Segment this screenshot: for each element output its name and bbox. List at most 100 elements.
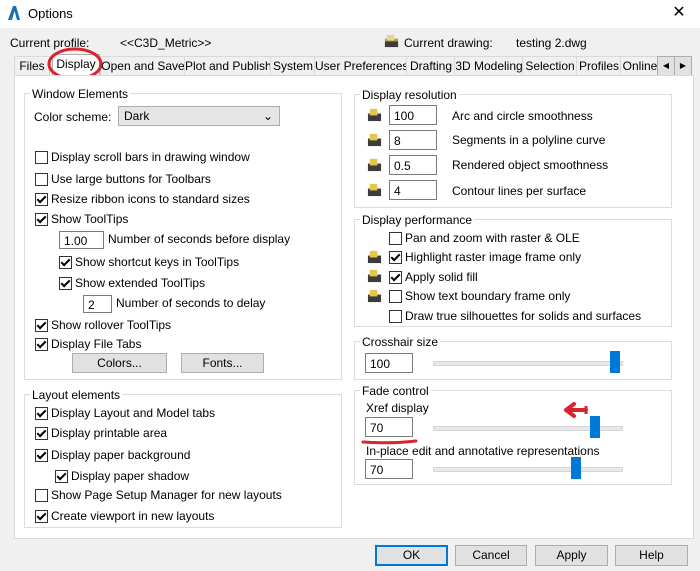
fonts-button[interactable]: Fonts... <box>181 353 264 373</box>
display-resolution-title: Display resolution <box>360 88 459 102</box>
printable-area-checkbox[interactable] <box>35 427 48 440</box>
rendered-smoothness-input[interactable]: 0.5 <box>389 155 437 175</box>
page-setup-manager-label: Show Page Setup Manager for new layouts <box>51 488 282 502</box>
large-buttons-label: Use large buttons for Toolbars <box>51 172 211 186</box>
resize-ribbon-label: Resize ribbon icons to standard sizes <box>51 192 250 206</box>
tab-open-and-save[interactable]: Open and Save <box>100 56 186 76</box>
drawing-saved-icon <box>367 158 382 172</box>
polyline-segments-label: Segments in a polyline curve <box>452 133 606 147</box>
autocad-logo-icon <box>8 6 20 20</box>
file-tabs-checkbox[interactable] <box>35 338 48 351</box>
show-tooltips-checkbox[interactable] <box>35 213 48 226</box>
drawing-saved-icon <box>367 133 382 147</box>
ok-button[interactable]: OK <box>375 545 448 566</box>
apply-solid-fill-checkbox[interactable] <box>389 271 402 284</box>
shortcut-keys-checkbox[interactable] <box>59 256 72 269</box>
rendered-smoothness-label: Rendered object smoothness <box>452 158 609 172</box>
layout-elements-title: Layout elements <box>30 388 123 402</box>
pan-zoom-raster-checkbox[interactable] <box>389 232 402 245</box>
display-performance-title: Display performance <box>360 213 475 227</box>
crosshair-size-title: Crosshair size <box>360 335 441 349</box>
text-boundary-label: Show text boundary frame only <box>405 289 571 303</box>
tab-plot-and-publish[interactable]: Plot and Publish <box>184 56 272 76</box>
title-bar <box>0 0 700 28</box>
tab-selection[interactable]: Selection <box>522 56 578 76</box>
crosshair-size-slider-track <box>433 361 623 366</box>
arc-smoothness-input[interactable]: 100 <box>389 105 437 125</box>
tab-files[interactable]: Files <box>14 56 50 76</box>
colors-button[interactable]: Colors... <box>72 353 167 373</box>
inplace-edit-input[interactable]: 70 <box>365 459 413 479</box>
contour-lines-label: Contour lines per surface <box>452 184 587 198</box>
current-profile-value: <<C3D_Metric>> <box>120 36 212 50</box>
layout-model-tabs-checkbox[interactable] <box>35 407 48 420</box>
apply-button[interactable]: Apply <box>535 545 608 566</box>
inplace-edit-slider-track <box>433 467 623 472</box>
tab-3d-modeling[interactable]: 3D Modeling <box>454 56 524 76</box>
paper-shadow-checkbox[interactable] <box>55 470 68 483</box>
delay-seconds-label: Number of seconds to delay <box>116 296 266 310</box>
current-drawing-value: testing 2.dwg <box>516 36 587 50</box>
paper-background-label: Display paper background <box>51 448 191 462</box>
color-scheme-value: Dark <box>124 109 150 123</box>
printable-area-label: Display printable area <box>51 426 168 440</box>
text-boundary-checkbox[interactable] <box>389 290 402 303</box>
rollover-tooltips-checkbox[interactable] <box>35 319 48 332</box>
current-drawing-label: Current drawing: <box>404 36 493 50</box>
paper-background-checkbox[interactable] <box>35 449 48 462</box>
apply-solid-fill-label: Apply solid fill <box>405 270 478 284</box>
resize-ribbon-checkbox[interactable] <box>35 193 48 206</box>
drawing-icon <box>384 34 399 48</box>
tab-profiles[interactable]: Profiles <box>576 56 622 76</box>
create-viewport-label: Create viewport in new layouts <box>51 509 215 523</box>
cancel-button[interactable]: Cancel <box>455 545 527 566</box>
polyline-segments-input[interactable]: 8 <box>389 130 437 150</box>
tab-scroll-right-icon[interactable]: ▶ <box>674 56 692 76</box>
tab-online[interactable]: Online <box>620 56 660 76</box>
extended-tooltips-label: Show extended ToolTips <box>75 276 206 290</box>
tab-drafting[interactable]: Drafting <box>406 56 456 76</box>
crosshair-size-slider-thumb[interactable] <box>610 351 620 373</box>
help-button[interactable]: Help <box>615 545 688 566</box>
silhouettes-checkbox[interactable] <box>389 310 402 323</box>
close-icon[interactable]: ✕ <box>664 2 694 24</box>
color-scheme-select[interactable]: Dark ⌄ <box>118 106 280 126</box>
contour-lines-input[interactable]: 4 <box>389 180 437 200</box>
drawing-saved-icon <box>367 269 382 283</box>
delay-seconds-input[interactable]: 2 <box>83 295 112 313</box>
chevron-down-icon: ⌄ <box>262 109 273 123</box>
fade-control-title: Fade control <box>360 384 431 398</box>
drawing-saved-icon <box>367 250 382 264</box>
extended-tooltips-checkbox[interactable] <box>59 277 72 290</box>
inplace-edit-slider-thumb[interactable] <box>571 457 581 479</box>
page-setup-manager-checkbox[interactable] <box>35 489 48 502</box>
layout-model-tabs-label: Display Layout and Model tabs <box>51 406 216 420</box>
paper-shadow-label: Display paper shadow <box>71 469 190 483</box>
tooltip-seconds-label: Number of seconds before display <box>108 232 291 246</box>
window-title: Options <box>28 6 73 21</box>
drawing-saved-icon <box>367 289 382 303</box>
tab-scroll-left-icon[interactable]: ◀ <box>657 56 675 76</box>
drawing-saved-icon <box>367 183 382 197</box>
inplace-edit-label: In-place edit and annotative representat… <box>366 444 600 458</box>
rollover-tooltips-label: Show rollover ToolTips <box>51 318 172 332</box>
pan-zoom-raster-label: Pan and zoom with raster & OLE <box>405 231 580 245</box>
xref-display-label: Xref display <box>366 401 429 415</box>
file-tabs-label: Display File Tabs <box>51 337 142 351</box>
color-scheme-label: Color scheme: <box>34 110 112 124</box>
tooltip-seconds-input[interactable]: 1.00 <box>59 231 104 249</box>
arc-smoothness-label: Arc and circle smoothness <box>452 109 593 123</box>
red-underline-annotation <box>361 439 418 445</box>
highlight-raster-checkbox[interactable] <box>389 251 402 264</box>
large-buttons-checkbox[interactable] <box>35 173 48 186</box>
create-viewport-checkbox[interactable] <box>35 510 48 523</box>
crosshair-size-input[interactable]: 100 <box>365 353 413 373</box>
xref-display-input[interactable]: 70 <box>365 417 413 437</box>
tab-system[interactable]: System <box>270 56 316 76</box>
drawing-saved-icon <box>367 108 382 122</box>
highlight-raster-label: Highlight raster image frame only <box>405 250 582 264</box>
tab-user-preferences[interactable]: User Preferences <box>314 56 408 76</box>
scroll-bars-checkbox[interactable] <box>35 151 48 164</box>
show-tooltips-label: Show ToolTips <box>51 212 129 226</box>
red-arrow-annotation-icon <box>564 402 588 418</box>
